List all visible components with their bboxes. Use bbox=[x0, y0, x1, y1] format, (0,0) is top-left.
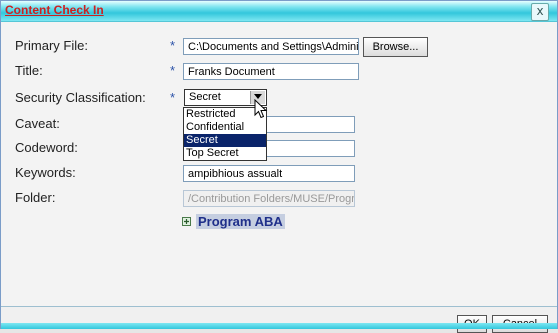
option-confidential[interactable]: Confidential bbox=[184, 121, 266, 134]
security-selected-value: Secret bbox=[189, 91, 221, 103]
bottom-accent-stripe bbox=[1, 323, 557, 329]
security-required-marker: * bbox=[170, 90, 176, 105]
close-icon[interactable]: x bbox=[531, 3, 549, 21]
caveat-label: Caveat: bbox=[15, 116, 60, 131]
button-bar: OK Cancel bbox=[1, 306, 557, 333]
primary-file-label: Primary File: bbox=[15, 38, 88, 53]
title-label: Title: bbox=[15, 63, 43, 78]
dialog-title: Content Check In bbox=[5, 3, 104, 17]
title-bar[interactable]: Content Check In x bbox=[1, 1, 557, 22]
title-required-marker: * bbox=[170, 63, 176, 78]
plus-expander-icon[interactable] bbox=[182, 217, 191, 226]
primary-file-input[interactable]: C:\Documents and Settings\Adminis bbox=[183, 38, 359, 55]
option-top-secret[interactable]: Top Secret bbox=[184, 147, 266, 160]
security-classification-label: Security Classification: bbox=[15, 90, 146, 105]
keywords-input[interactable]: ampibhious assualt bbox=[183, 165, 355, 182]
option-secret[interactable]: Secret bbox=[184, 134, 266, 147]
primary-file-required-marker: * bbox=[170, 38, 176, 53]
folder-input: /Contribution Folders/MUSE/Program bbox=[183, 190, 355, 207]
content-check-in-dialog: Content Check In x Primary File: * C:\Do… bbox=[0, 0, 558, 333]
mouse-pointer-icon bbox=[254, 99, 268, 119]
title-input[interactable]: Franks Document bbox=[183, 63, 359, 80]
program-folder-label[interactable]: Program ABA bbox=[196, 214, 285, 229]
browse-button[interactable]: Browse... bbox=[363, 37, 428, 57]
folder-label: Folder: bbox=[15, 190, 56, 205]
codeword-label: Codeword: bbox=[15, 140, 78, 155]
keywords-label: Keywords: bbox=[15, 165, 76, 180]
